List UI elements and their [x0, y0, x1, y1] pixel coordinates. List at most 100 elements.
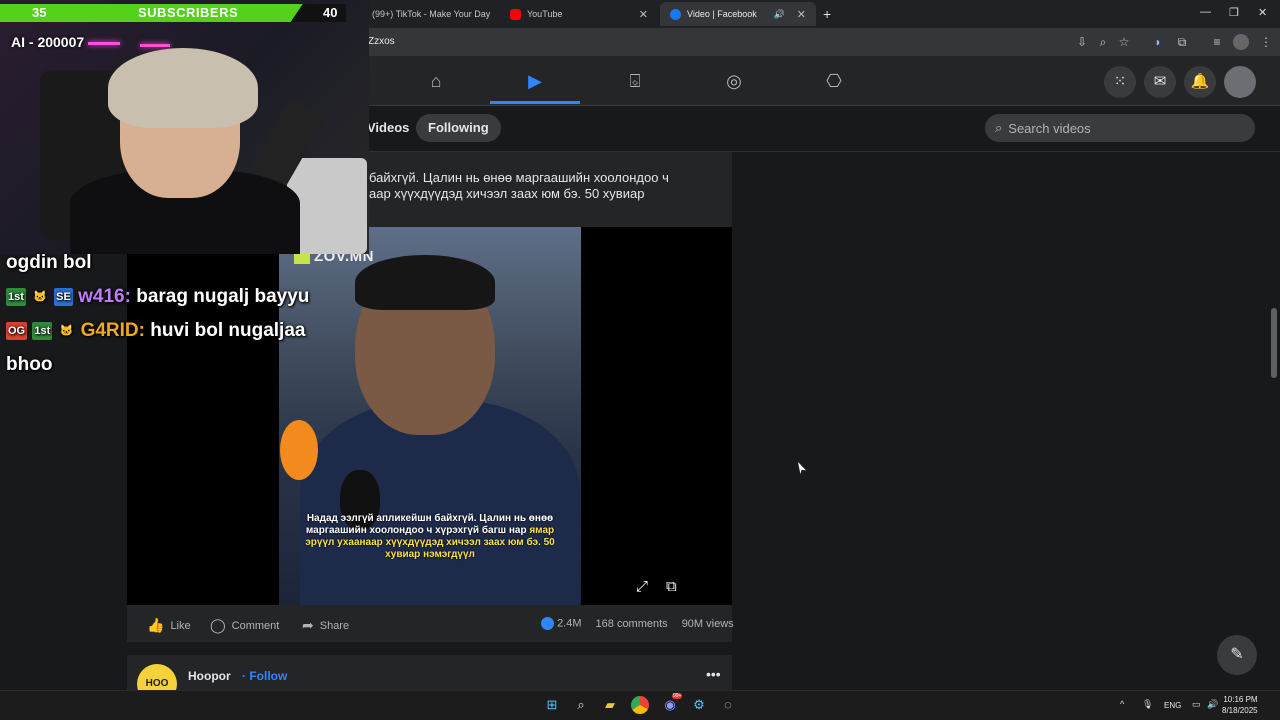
close-icon[interactable]: ✕: [639, 8, 648, 21]
chat-username: G4RID:: [80, 320, 145, 341]
search-videos-box[interactable]: ⌕: [985, 114, 1255, 142]
share-arrow-icon: ➦: [302, 617, 314, 633]
system-clock[interactable]: 10:16 PM 8/18/2025: [1222, 694, 1258, 716]
chat-badge-first: 1st: [32, 321, 53, 340]
thumbs-up-icon: 👍: [147, 617, 165, 633]
neon-light: [88, 42, 120, 45]
active-nav-indicator: [490, 101, 580, 104]
tab-label: YouTube: [527, 9, 563, 19]
miniplayer-icon[interactable]: ⧉: [666, 578, 677, 595]
messenger-icon[interactable]: ✉: [1144, 66, 1176, 98]
new-tab-button[interactable]: +: [823, 6, 831, 22]
volume-icon[interactable]: 🔊: [1207, 699, 1218, 710]
caption-line: байхгүй. Цалин нь өнөө маргаашийн хоолон…: [369, 170, 669, 185]
groups-icon[interactable]: ◎: [723, 70, 745, 92]
search-icon: ⌕: [995, 120, 1003, 135]
author-name[interactable]: Hoopor: [188, 669, 231, 683]
steam-icon[interactable]: ⚙: [690, 696, 708, 714]
media-control-icon[interactable]: ≡: [1209, 34, 1225, 50]
mouse-cursor: [798, 462, 806, 474]
chrome-icon[interactable]: [631, 696, 649, 714]
share-label: Share: [319, 619, 350, 632]
clock-date: 8/18/2025: [1222, 706, 1258, 715]
like-label: Like: [170, 619, 191, 632]
comment-bubble-icon: ◯: [210, 617, 226, 633]
home-icon[interactable]: ⌂: [425, 70, 447, 92]
new-message-icon[interactable]: ✎: [1217, 635, 1257, 675]
discord-badge: 99+: [672, 693, 683, 699]
account-avatar[interactable]: [1224, 66, 1256, 98]
restore-icon[interactable]: ❐: [1229, 6, 1239, 19]
url-text[interactable]: Zzxos: [368, 36, 395, 47]
language-indicator[interactable]: ENG: [1164, 701, 1181, 710]
extensions-puzzle-icon[interactable]: ⧉: [1174, 34, 1190, 50]
chat-badge-flag: SE: [54, 287, 73, 306]
reactions-value: 2.4M: [557, 617, 582, 630]
like-reaction-icon: [541, 617, 554, 630]
chat-text: barag nugalj bayyu: [136, 286, 310, 307]
chat-message: 1st 🐱 SE w416: barag nugalj bayyu: [6, 280, 366, 314]
chat-badge-first: 1st: [6, 287, 26, 306]
tab-facebook[interactable]: Video | Facebook 🔊 ✕: [660, 2, 816, 26]
video-person-hair: [355, 255, 495, 310]
chat-badge-og: OG: [6, 321, 28, 340]
install-icon[interactable]: ⇩: [1074, 34, 1090, 50]
tab-following[interactable]: Following: [416, 114, 501, 142]
post-caption: байхгүй. Цалин нь өнөө маргаашийн хоолон…: [369, 170, 719, 202]
chat-message: ogdin bol: [6, 246, 366, 280]
ai-counter-label: AI - 200007: [11, 34, 85, 50]
chat-text: bhoo: [6, 354, 53, 375]
marketplace-icon[interactable]: ⌺: [624, 70, 646, 92]
facebook-icon: [670, 8, 681, 20]
fullscreen-icon[interactable]: ⤢: [636, 578, 648, 595]
post-stats: 2.4M 168 comments 90M views: [541, 617, 734, 630]
views-count: 90M views: [681, 617, 734, 630]
comment-button[interactable]: ◯ Comment: [210, 617, 279, 634]
chat-text: ogdin bol: [6, 252, 92, 273]
extension-icon[interactable]: ◗: [1150, 34, 1166, 50]
video-subtitle: Надад ээлгүй апликейшн байхгүй. Цалин нь…: [296, 513, 564, 561]
clock-time: 10:16 PM: [1223, 695, 1258, 704]
share-button[interactable]: ➦ Share: [302, 617, 349, 634]
windows-start-icon[interactable]: ⊞: [543, 696, 561, 714]
close-icon[interactable]: ✕: [797, 8, 806, 21]
speaker-icon[interactable]: 🔊: [774, 9, 785, 20]
tray-chevron-icon[interactable]: ^: [1120, 699, 1124, 709]
chat-username: w416:: [78, 286, 131, 307]
follow-link[interactable]: · Follow: [242, 669, 287, 683]
chat-message: bhoo: [6, 348, 366, 382]
chat-text: huvi bol nugaljaa: [150, 320, 306, 341]
microphone-orange: [280, 420, 318, 480]
stream-chat: ogdin bol 1st 🐱 SE w416: barag nugalj ba…: [6, 246, 366, 382]
microphone-icon[interactable]: 🎙: [1142, 699, 1153, 710]
comment-label: Comment: [231, 619, 280, 632]
gaming-icon[interactable]: ⎔: [823, 70, 845, 92]
watch-icon[interactable]: ▶: [524, 70, 546, 92]
file-explorer-icon[interactable]: ▰: [601, 696, 619, 714]
chat-badge-cat: 🐱: [59, 324, 74, 337]
menu-kebab-icon[interactable]: ⋮: [1258, 34, 1274, 50]
bookmark-star-icon[interactable]: ☆: [1116, 34, 1132, 50]
tab-youtube[interactable]: YouTube ✕: [500, 2, 658, 26]
subtitle-text: Надад ээлгүй апликейшн байхгүй. Цалин нь…: [305, 513, 554, 536]
menu-grid-icon[interactable]: ⁙: [1104, 66, 1136, 98]
more-options-icon[interactable]: •••: [706, 666, 721, 682]
like-button[interactable]: 👍 Like: [147, 617, 191, 634]
youtube-icon: [510, 8, 521, 20]
zoom-icon[interactable]: ⌕: [1095, 34, 1111, 50]
app-icon[interactable]: ◌: [719, 696, 737, 714]
display-icon[interactable]: ▭: [1192, 699, 1201, 710]
profile-avatar[interactable]: [1233, 34, 1249, 50]
webcam-person-hair: [108, 48, 258, 128]
scrollbar-thumb[interactable]: [1271, 308, 1277, 378]
subscriber-goal: 40: [323, 5, 338, 20]
search-input[interactable]: [1008, 120, 1229, 136]
minimize-icon[interactable]: —: [1200, 6, 1211, 18]
neon-light: [140, 44, 170, 47]
search-icon[interactable]: ⌕: [572, 696, 590, 714]
comments-count[interactable]: 168 comments: [596, 618, 668, 630]
reactions-count[interactable]: 2.4M: [541, 617, 582, 630]
close-window-icon[interactable]: ✕: [1258, 6, 1267, 19]
close-icon[interactable]: ✕: [496, 8, 497, 21]
notifications-bell-icon[interactable]: 🔔: [1184, 66, 1216, 98]
